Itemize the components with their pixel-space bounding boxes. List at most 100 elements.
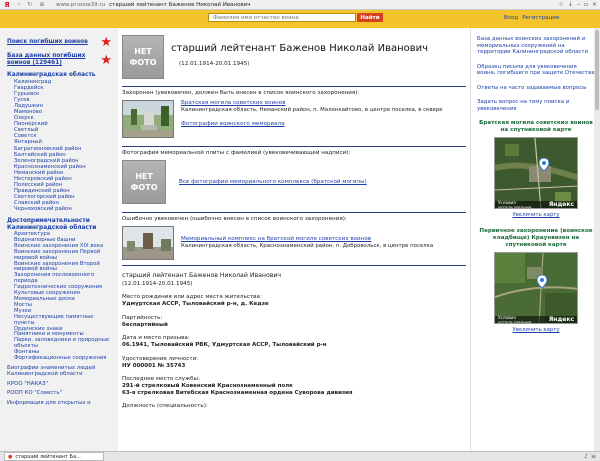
region-heading[interactable]: Калининградская область <box>7 72 112 79</box>
browser-nav: ‹ ↻ ⊕ <box>14 1 48 8</box>
sound-icon[interactable]: ♪ <box>584 453 588 460</box>
database-link[interactable]: База данных погибших воинов (129461) <box>7 53 91 67</box>
login-link[interactable]: Вход <box>504 15 518 21</box>
burial-link[interactable]: Братская могила советских воинов <box>181 100 286 106</box>
plate-section: Фотография мемориальной плиты с фамилией… <box>122 146 466 204</box>
bio-label: Место рождения или адрес места жительств… <box>122 294 262 300</box>
star-icon: ★ <box>100 35 112 50</box>
map1-title: Братская могила советских воинов на спут… <box>479 120 593 133</box>
scrollbar[interactable] <box>594 28 600 451</box>
bio-entry: Удостоверение личности: НУ 000001 № 35743 <box>122 356 466 370</box>
bio-entry: Партийность: беспартийный <box>122 315 466 329</box>
close-icon[interactable]: × <box>592 1 597 8</box>
maximize-icon[interactable]: ▫ <box>584 1 588 8</box>
page-title-tab: старший лейтенант Баженов Николай Иванов… <box>109 1 251 8</box>
map-terms[interactable]: Условия использования <box>498 200 549 209</box>
right-link[interactable]: Образец письма для увековечения воина, п… <box>477 64 595 77</box>
database-row: База данных погибших воинов (129461) ★ <box>7 53 112 67</box>
region-item[interactable]: Черняховский район <box>14 206 112 212</box>
right-link[interactable]: Ответы на часто задаваемые вопросы <box>477 85 595 92</box>
map-brand: Яндекс <box>548 201 574 208</box>
bio-dates: (12.01.1914-20.01.1945) <box>122 281 193 287</box>
bio-label: Дата и место призыва: <box>122 335 190 341</box>
soldier-dates: (12.01.1914-20.01.1945) <box>179 61 250 67</box>
map-terms[interactable]: Условия использования <box>498 315 549 324</box>
enlarge-map-1-link[interactable]: Увеличить карту <box>477 212 595 218</box>
wrong-section: Ошибочно увековечен (ошибочно внесен в с… <box>122 212 466 260</box>
burial-photos-link[interactable]: Фотографии воинского мемориала <box>181 121 285 127</box>
bio-list: Место рождения или адрес места жительств… <box>122 294 466 410</box>
window-controls: ☆ ↓ – ▫ × <box>558 1 597 8</box>
sights-list: Архитектура Водонапорные башни Воинские за… <box>7 231 112 362</box>
search-button[interactable]: Найти <box>357 13 383 22</box>
bio-label: Последнее место службы: <box>122 376 200 382</box>
right-link[interactable]: База данных воинских захоронений и мемор… <box>477 36 595 56</box>
site-header: Найти Вход Регистрация <box>0 10 600 28</box>
right-links: База данных воинских захоронений и мемор… <box>477 36 595 112</box>
wrong-memorial-photo[interactable] <box>122 226 174 260</box>
browser-toolbar: Я ‹ ↻ ⊕ www.prussia39.ru старший лейтенант… <box>0 0 600 10</box>
biography: старший лейтенант Баженов Николай Иванов… <box>122 265 466 410</box>
minimize-icon[interactable]: – <box>577 1 580 8</box>
bottom-links: Биографии знаменитых людей Калининградск… <box>7 365 112 407</box>
bookmark-icon[interactable]: ☆ <box>558 1 563 8</box>
no-photo-placeholder: НЕТ ФОТО <box>122 35 164 79</box>
soldier-name: старший лейтенант Баженов Николай Иванов… <box>171 43 429 54</box>
burial-caption: Захоронен (увековечен, должен быть внесе… <box>122 90 360 96</box>
region-list: Калининград Гвардейск Гурьевск Гусев Ладушки… <box>7 79 112 212</box>
search-soldiers-row: Поиск погибших воинов ★ <box>7 36 112 49</box>
search-soldiers-link[interactable]: Поиск погибших воинов <box>7 39 91 46</box>
burial-section: Захоронен (увековечен, должен быть внесе… <box>122 86 466 138</box>
map-pin-icon <box>537 275 547 288</box>
address-bar[interactable]: www.prussia39.ru <box>56 2 105 8</box>
tab-title: старший лейтенант Ба... <box>15 453 81 460</box>
satellite-map-1[interactable]: Условия использования Яндекс <box>494 137 578 209</box>
wrong-address: Калининградская область, Краснознаменски… <box>181 243 434 249</box>
star-icon: ★ <box>100 52 112 68</box>
bottom-link[interactable]: Биографии знаменитых людей Калининградск… <box>7 365 112 378</box>
memorial-photo[interactable] <box>122 100 174 138</box>
tab-favicon-icon: ● <box>8 453 13 460</box>
satellite-map-2[interactable]: Условия использования Яндекс <box>494 252 578 324</box>
right-link[interactable]: Задать вопрос на тему поиска и увековече… <box>477 99 595 112</box>
wrong-caption: Ошибочно увековечен (ошибочно внесен в с… <box>122 216 347 222</box>
bio-value: Удмуртская АССР, Тыловайский р-н, д. Кед… <box>122 301 269 307</box>
taskbar-tray: ♪ ≡ <box>584 453 596 460</box>
bio-entry: Место рождения или адрес места жительств… <box>122 294 466 308</box>
enlarge-map-2-link[interactable]: Увеличить карту <box>477 327 595 333</box>
sights-item[interactable]: Фортификационные сооружения <box>14 355 112 362</box>
main-content: НЕТ ФОТО старший лейтенант Баженов Никол… <box>118 28 470 461</box>
back-icon[interactable]: ‹ <box>18 1 20 8</box>
bio-entry: Должность (специальность): <box>122 403 466 410</box>
bio-entry: Дата и место призыва: 06.1941, Тыловайски… <box>122 335 466 349</box>
burial-address: Калининградская область, Неманский район… <box>181 107 443 113</box>
bio-value: беспартийный <box>122 321 168 328</box>
plate-no-photo: НЕТ ФОТО <box>122 160 166 204</box>
left-sidebar: Поиск погибших воинов ★ База данных погиб… <box>0 28 118 461</box>
browser-logo-icon[interactable]: Я <box>0 1 14 9</box>
map2-title: Первичное захоронение (воинское кладбище… <box>479 228 593 248</box>
scrollbar-thumb[interactable] <box>595 30 599 110</box>
bottom-link[interactable]: РООП КО "Совесть" <box>7 390 112 397</box>
auth-links: Вход Регистрация <box>504 15 559 21</box>
sights-item[interactable]: Несуществующие памятные пункты <box>14 314 112 327</box>
sights-item[interactable]: Воинские захоронения Первой мировой войн… <box>14 249 112 262</box>
reload-icon[interactable]: ↻ <box>27 1 32 8</box>
all-memorial-photos-link[interactable]: Все фотографии мемориального комплекса (… <box>179 179 367 185</box>
bio-name: старший лейтенант Баженов Николай Иванов… <box>122 272 282 279</box>
bio-label: Удостоверение личности: <box>122 355 199 362</box>
register-link[interactable]: Регистрация <box>522 15 559 21</box>
sights-heading[interactable]: Достопримечательности Калининградской об… <box>7 218 112 232</box>
wrong-memorial-link[interactable]: Мемориальный комплекс на братской могиле… <box>181 236 371 242</box>
browser-tab[interactable]: ● старший лейтенант Ба... <box>4 452 104 461</box>
bottom-link[interactable]: Информация для открытых и <box>7 400 112 407</box>
bio-entry: 63-я стрелковая Витебская Краснознаменна… <box>122 390 466 397</box>
download-icon[interactable]: ↓ <box>568 1 573 8</box>
bio-label: Должность (специальность): <box>122 403 208 409</box>
bottom-link[interactable]: КРОО "НАКАЗ" <box>7 381 112 388</box>
search-input[interactable] <box>208 13 356 22</box>
bio-label: Партийность: <box>122 314 163 321</box>
lock-icon: ⊕ <box>39 1 45 8</box>
network-icon[interactable]: ≡ <box>591 453 596 460</box>
map-brand: Яндекс <box>548 316 574 323</box>
